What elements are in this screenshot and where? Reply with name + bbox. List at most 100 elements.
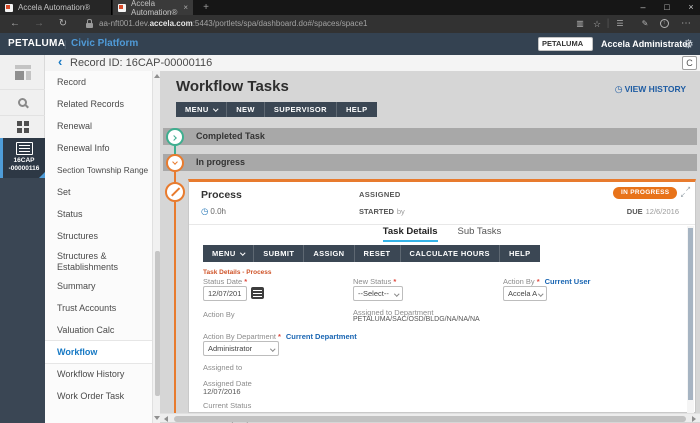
expand-icon[interactable]: ↗↙ bbox=[681, 187, 691, 197]
card-scrollbar[interactable] bbox=[687, 226, 694, 414]
task-name: In progress bbox=[196, 154, 245, 171]
supervisor-button[interactable]: SUPERVISOR bbox=[265, 102, 337, 117]
back-icon[interactable]: ← bbox=[8, 15, 22, 33]
record-chip-line2: -00000116 bbox=[3, 165, 45, 172]
browser-tab-inactive[interactable]: Accela Automation® bbox=[0, 0, 112, 15]
launchpad-top bbox=[0, 55, 45, 138]
nav-item-workflow-history[interactable]: Workflow History bbox=[45, 363, 152, 385]
status-date-input[interactable] bbox=[203, 286, 247, 301]
maximize-icon[interactable]: □ bbox=[656, 0, 678, 15]
record-title: Record ID: 16CAP-00000116 bbox=[70, 55, 212, 71]
help-button[interactable]: HELP bbox=[337, 102, 377, 117]
due-date: DUE12/6/2016 bbox=[627, 207, 679, 216]
web-note-icon[interactable]: ✎ bbox=[639, 15, 651, 33]
nav-item-record[interactable]: Record bbox=[45, 71, 152, 93]
action-by-department-select[interactable]: Administrator bbox=[203, 341, 279, 356]
record-nav-menu: Record Related Records Renewal Renewal I… bbox=[45, 71, 152, 423]
menu-button[interactable]: MENU bbox=[176, 102, 227, 117]
scroll-right-arrow[interactable] bbox=[692, 416, 696, 422]
nav-item-workflow[interactable]: Workflow bbox=[45, 341, 160, 363]
search-button[interactable] bbox=[0, 90, 45, 116]
tab-task-details[interactable]: Task Details bbox=[383, 226, 438, 242]
record-chip-line1: 16CAP bbox=[3, 157, 45, 164]
scrollbar-thumb[interactable] bbox=[174, 416, 686, 422]
menu-button[interactable]: MENU bbox=[203, 245, 254, 262]
agency-select[interactable]: PETALUMA bbox=[538, 37, 593, 51]
record-chip-16cap[interactable]: 16CAP -00000116 bbox=[0, 138, 45, 178]
dashboard-button[interactable] bbox=[0, 55, 45, 90]
task-name: Process bbox=[201, 189, 242, 201]
help-button[interactable]: HELP bbox=[500, 245, 540, 262]
tab-sub-tasks[interactable]: Sub Tasks bbox=[458, 226, 502, 242]
toolbar-separator: | bbox=[605, 15, 611, 33]
new-status-select[interactable]: --Select-- bbox=[353, 286, 403, 301]
tab-close-icon[interactable]: × bbox=[183, 3, 188, 12]
chevron-down-icon bbox=[213, 106, 218, 111]
accela-favicon bbox=[5, 4, 13, 12]
nav-item-section-township-range[interactable]: Section Township Range bbox=[45, 159, 152, 181]
submit-button[interactable]: SUBMIT bbox=[254, 245, 304, 262]
task-bar-completed[interactable]: Completed Task bbox=[163, 128, 697, 145]
nav-item-trust-accounts[interactable]: Trust Accounts bbox=[45, 297, 152, 319]
in-progress-expand-icon[interactable] bbox=[166, 154, 184, 172]
task-name: Completed Task bbox=[196, 128, 265, 145]
back-chevron-icon[interactable]: ‹ bbox=[58, 54, 62, 69]
address-bar[interactable]: aa-nft001.dev.accela.com:5443/portlets/s… bbox=[99, 15, 368, 33]
scroll-left-arrow[interactable] bbox=[164, 416, 168, 422]
task-toolbar: MENU SUBMIT ASSIGN RESET CALCULATE HOURS… bbox=[203, 245, 540, 262]
nav-item-related-records[interactable]: Related Records bbox=[45, 93, 152, 115]
nav-item-set[interactable]: Set bbox=[45, 181, 152, 203]
scrollbar-thumb[interactable] bbox=[155, 251, 160, 396]
browser-tab-active[interactable]: Accela Automation® × bbox=[113, 0, 193, 15]
nav-item-renewal[interactable]: Renewal bbox=[45, 115, 152, 137]
nav-item-valuation-calc[interactable]: Valuation Calc bbox=[45, 319, 152, 341]
nav-item-summary[interactable]: Summary bbox=[45, 275, 152, 297]
assigned-to-department-value: PETALUMA/SAC/OSD/BLDG/NA/NA/NA bbox=[353, 316, 480, 323]
form-section-label: Task Details - Process bbox=[203, 269, 272, 276]
forward-icon[interactable]: → bbox=[32, 15, 46, 33]
task-bar-in-progress[interactable]: In progress bbox=[163, 154, 697, 171]
nav-item-renewal-info[interactable]: Renewal Info bbox=[45, 137, 152, 159]
scrollbar-thumb[interactable] bbox=[688, 228, 693, 400]
assign-button[interactable]: ASSIGN bbox=[304, 245, 354, 262]
status-date-label: Status Date* bbox=[203, 277, 247, 286]
gear-icon[interactable]: ⚙ bbox=[683, 33, 694, 55]
dashboard-icon bbox=[14, 65, 32, 80]
page-title: Workflow Tasks bbox=[176, 78, 289, 95]
horizontal-scrollbar[interactable] bbox=[160, 413, 700, 422]
menu-scrollbar[interactable] bbox=[152, 71, 160, 423]
view-history-link[interactable]: ◷VIEW HISTORY bbox=[615, 84, 686, 95]
share-icon[interactable]: ↑ bbox=[660, 19, 670, 29]
close-icon[interactable]: × bbox=[680, 0, 700, 15]
nav-item-structures[interactable]: Structures bbox=[45, 225, 152, 247]
user-name: Accela Administrator bbox=[601, 33, 691, 55]
apps-button[interactable] bbox=[0, 116, 45, 137]
workflow-toolbar: MENU NEW SUPERVISOR HELP bbox=[176, 102, 377, 117]
star-icon[interactable]: ☆ bbox=[591, 15, 603, 33]
new-tab-button[interactable]: + bbox=[199, 0, 213, 15]
reading-view-icon[interactable]: ▥ bbox=[574, 15, 586, 33]
chevron-down-icon bbox=[270, 346, 275, 351]
nav-item-status[interactable]: Status bbox=[45, 203, 152, 225]
action-by-department-label: Action By Department*Current Department bbox=[203, 332, 357, 341]
current-user-link[interactable]: Current User bbox=[545, 277, 591, 286]
document-icon bbox=[16, 142, 33, 155]
nav-item-structures-establishments[interactable]: Structures & Establishments bbox=[45, 247, 152, 275]
nav-item-work-order-task[interactable]: Work Order Task bbox=[45, 385, 152, 407]
action-by-select[interactable]: Accela A bbox=[503, 286, 547, 301]
panel-refresh-button[interactable]: C bbox=[682, 56, 697, 70]
completed-task-icon[interactable] bbox=[166, 128, 184, 146]
reset-button[interactable]: RESET bbox=[355, 245, 401, 262]
calculate-hours-button[interactable]: CALCULATE HOURS bbox=[401, 245, 500, 262]
chevron-down-icon bbox=[240, 250, 245, 255]
minimize-icon[interactable]: – bbox=[632, 0, 654, 15]
new-button[interactable]: NEW bbox=[227, 102, 265, 117]
refresh-icon[interactable]: ↻ bbox=[56, 15, 70, 33]
calendar-icon[interactable] bbox=[251, 287, 264, 299]
chevron-down-icon bbox=[538, 291, 543, 296]
current-department-link[interactable]: Current Department bbox=[286, 332, 357, 341]
browser-window: Accela Automation® Accela Automation® × … bbox=[0, 0, 700, 423]
hub-icon[interactable]: ☰ bbox=[614, 15, 626, 33]
more-icon[interactable]: ⋯ bbox=[679, 15, 693, 33]
action-by-label: Action By*Current User bbox=[503, 277, 590, 286]
